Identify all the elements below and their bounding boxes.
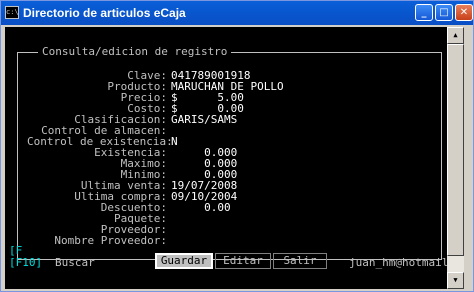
fkey-f10[interactable]: [F10] (9, 257, 42, 269)
form-title: Consulta/edicion de registro (38, 46, 232, 58)
value-descuento[interactable]: 0.00 (171, 202, 231, 214)
buscar-command[interactable]: Buscar (55, 257, 95, 269)
close-button[interactable]: ✕ (455, 4, 473, 21)
scroll-up-button[interactable]: ▲ (447, 27, 464, 44)
vertical-scrollbar[interactable]: ▲ ▼ (447, 27, 464, 289)
salir-button[interactable]: Salir (273, 253, 327, 269)
editar-button[interactable]: Editar (215, 253, 271, 269)
scroll-down-button[interactable]: ▼ (447, 272, 464, 289)
console-app-icon[interactable]: c:\ (5, 6, 19, 19)
label-nombre-proveedor: Nombre Proveedor: (54, 234, 167, 247)
value-clasificacion[interactable]: GARIS/SAMS (171, 114, 237, 126)
scroll-thumb[interactable] (447, 44, 464, 256)
window-title: Directorio de articulos eCaja (23, 6, 186, 20)
title-bar[interactable]: c:\ Directorio de articulos eCaja _ □ ✕ (1, 1, 473, 25)
console-window: c:\ Directorio de articulos eCaja _ □ ✕ … (0, 0, 474, 292)
console-area: Consulta/edicion de registro Clave: 0417… (5, 27, 447, 289)
minimize-button[interactable]: _ (415, 4, 433, 21)
author-email: juan_hm@hotmail.com (349, 256, 447, 269)
maximize-button[interactable]: □ (435, 4, 453, 21)
guardar-button[interactable]: Guardar (155, 253, 213, 269)
